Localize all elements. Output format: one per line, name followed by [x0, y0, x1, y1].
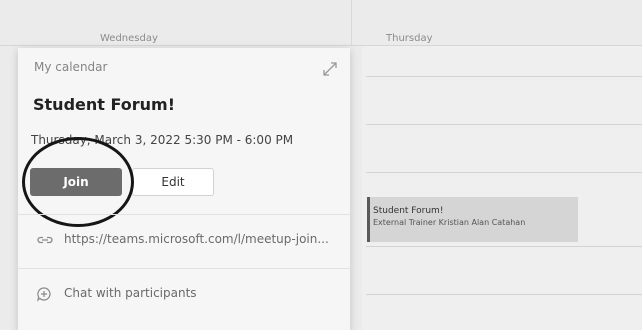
time-slot-line — [366, 294, 642, 295]
calendar-name: My calendar — [34, 60, 108, 74]
divider — [18, 214, 350, 215]
day-header-wednesday[interactable]: Wednesday — [0, 0, 352, 46]
chat-icon — [37, 287, 51, 302]
event-title: Student Forum! — [33, 95, 175, 114]
divider — [18, 268, 350, 269]
edit-button[interactable]: Edit — [132, 168, 214, 196]
meeting-link[interactable]: https://teams.microsoft.com/l/meetup-joi… — [64, 232, 329, 246]
meeting-link-row[interactable]: https://teams.microsoft.com/l/meetup-joi… — [36, 232, 346, 250]
calendar-event-block[interactable]: Student Forum! External Trainer Kristian… — [367, 197, 578, 242]
time-slot-line — [366, 76, 642, 77]
calendar-view: Wednesday Thursday Student Forum! Extern… — [0, 0, 642, 330]
chat-row[interactable]: Chat with participants — [36, 286, 256, 304]
link-icon — [37, 236, 53, 244]
event-block-subtitle: External Trainer Kristian Alan Catahan — [373, 218, 526, 227]
day-header-thursday[interactable]: Thursday — [352, 0, 642, 46]
time-slot-line — [366, 172, 642, 173]
day-header-label: Thursday — [386, 33, 433, 44]
time-slot-line — [366, 246, 642, 247]
event-details-card: My calendar Student Forum! Thursday, Mar… — [18, 48, 350, 330]
event-block-title: Student Forum! — [373, 206, 444, 216]
time-slot-line — [366, 124, 642, 125]
join-button[interactable]: Join — [30, 168, 122, 196]
expand-icon[interactable] — [322, 61, 338, 77]
day-header-label: Wednesday — [100, 33, 158, 44]
chat-label: Chat with participants — [64, 286, 197, 300]
event-datetime: Thursday, March 3, 2022 5:30 PM - 6:00 P… — [31, 133, 294, 147]
thursday-column[interactable] — [362, 46, 642, 330]
